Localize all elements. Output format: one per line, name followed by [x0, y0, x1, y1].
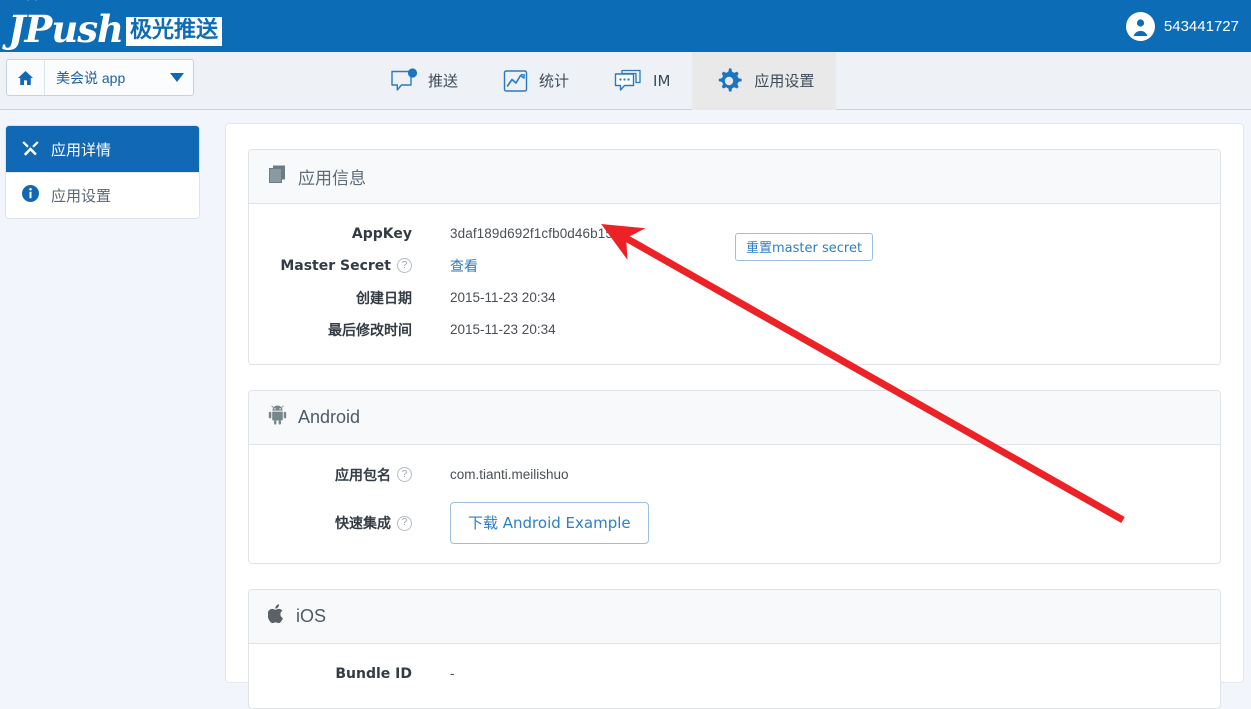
view-master-secret-link[interactable]: 查看	[450, 256, 478, 276]
tab-push[interactable]: 推送	[368, 52, 480, 110]
panel-app-info: 应用信息 AppKey 3daf189d692f1cfb0d46b158 Mas…	[248, 149, 1221, 365]
download-android-example-button[interactable]: 下载 Android Example	[450, 502, 649, 544]
row-quick-integration: 快速集成 ? 下载 Android Example	[249, 502, 1220, 544]
panel-app-info-header: 应用信息	[249, 150, 1220, 204]
app-selector-label: 美会说 app	[56, 69, 126, 86]
panel-android: Android 应用包名 ? com.tianti.meilishuo 快速集成…	[248, 390, 1221, 564]
user-avatar-icon[interactable]	[1125, 11, 1155, 41]
nav-tabs: 推送 统计 IM 应用设置	[368, 52, 837, 110]
tab-statistics-label: 统计	[539, 72, 570, 90]
row-package-name-label-text: 应用包名	[335, 467, 391, 484]
panel-app-info-body: AppKey 3daf189d692f1cfb0d46b158 Master S…	[249, 204, 1220, 364]
tools-icon	[21, 138, 40, 161]
jpush-logo-text: JPush	[8, 7, 124, 51]
row-appkey-label: AppKey	[351, 225, 412, 242]
info-circle-icon	[21, 184, 40, 207]
tab-app-settings[interactable]: 应用设置	[692, 52, 837, 110]
row-package-name-value: com.tianti.meilishuo	[450, 467, 569, 482]
jpush-logo-cn: 极光推送	[125, 17, 222, 46]
help-icon[interactable]: ?	[397, 515, 412, 531]
row-package-name: 应用包名 ? com.tianti.meilishuo	[249, 459, 1220, 490]
app-selector[interactable]: 美会说 app	[6, 59, 194, 96]
row-bundle-id-value: -	[450, 666, 455, 681]
speech-bubble-badge-icon	[390, 67, 418, 95]
row-package-name-label: 应用包名 ?	[249, 465, 412, 485]
line-chart-icon	[502, 68, 529, 94]
tab-push-label: 推送	[428, 72, 459, 90]
sidebar-item-app-detail-label: 应用详情	[51, 140, 112, 159]
panel-android-title: Android	[298, 407, 361, 427]
jpush-logo[interactable]: JPush 极光推送	[8, 0, 222, 50]
row-last-modified-label: 最后修改时间	[328, 322, 412, 339]
reset-master-secret-button[interactable]: 重置master secret	[735, 233, 874, 261]
wifi-arc-icon	[27, 0, 37, 1]
row-create-date: 创建日期 2015-11-23 20:34	[249, 282, 1220, 313]
row-bundle-id: Bundle ID -	[249, 658, 1220, 689]
row-quick-integration-label: 快速集成 ?	[249, 513, 412, 533]
home-icon[interactable]	[7, 60, 45, 95]
tab-im[interactable]: IM	[591, 52, 692, 110]
row-master-secret-label-text: Master Secret	[280, 257, 391, 274]
sidebar: 应用详情 应用设置	[5, 125, 200, 219]
sidebar-item-app-settings[interactable]: 应用设置	[6, 172, 199, 218]
panel-app-info-title: 应用信息	[298, 169, 366, 189]
documents-icon	[268, 164, 287, 189]
sidebar-item-app-settings-label: 应用设置	[51, 187, 112, 205]
main-nav-bar: 美会说 app 推送 统计 IM 应用设置	[0, 52, 1251, 110]
row-last-modified: 最后修改时间 2015-11-23 20:34	[249, 314, 1220, 345]
user-id-label: 543441727	[1163, 17, 1239, 35]
android-robot-icon	[268, 405, 287, 430]
help-icon[interactable]: ?	[397, 258, 412, 273]
chat-bubbles-icon	[613, 68, 643, 94]
top-brand-bar: JPush 极光推送 543441727	[0, 0, 1251, 52]
panel-android-body: 应用包名 ? com.tianti.meilishuo 快速集成 ? 下载 An…	[249, 445, 1220, 563]
tab-app-settings-label: 应用设置	[754, 72, 815, 90]
sidebar-item-app-detail[interactable]: 应用详情	[6, 126, 199, 172]
panel-ios-title: iOS	[296, 606, 327, 626]
tab-statistics[interactable]: 统计	[480, 52, 591, 110]
panel-ios: iOS Bundle ID -	[248, 589, 1221, 709]
row-quick-integration-label-text: 快速集成	[335, 516, 391, 532]
row-bundle-id-label: Bundle ID	[335, 665, 412, 682]
row-create-date-value: 2015-11-23 20:34	[450, 290, 556, 305]
row-appkey-value: 3daf189d692f1cfb0d46b158	[450, 226, 621, 241]
content-shell: 应用信息 AppKey 3daf189d692f1cfb0d46b158 Mas…	[225, 123, 1244, 709]
row-last-modified-value: 2015-11-23 20:34	[450, 322, 556, 337]
account-area[interactable]: 543441727	[1125, 0, 1239, 52]
tab-im-label: IM	[653, 72, 671, 90]
chevron-down-icon[interactable]	[161, 73, 193, 82]
help-icon[interactable]: ?	[397, 467, 412, 482]
gear-icon	[714, 66, 744, 96]
panel-ios-body: Bundle ID -	[249, 644, 1220, 708]
apple-logo-icon	[267, 604, 285, 629]
row-create-date-label: 创建日期	[356, 290, 412, 307]
panel-android-header: Android	[249, 391, 1220, 445]
row-master-secret-label: Master Secret ?	[249, 258, 412, 274]
